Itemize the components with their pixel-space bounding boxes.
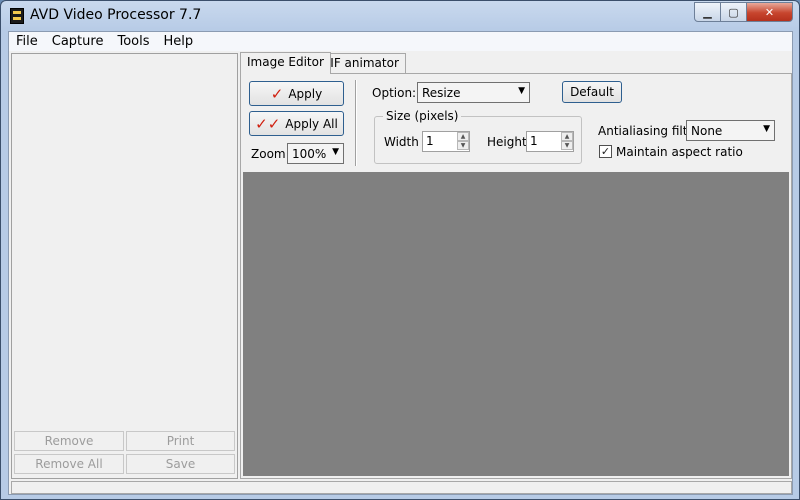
aspect-ratio-checkbox[interactable]: ✓ (599, 145, 612, 158)
image-editor-pane: ✓ Apply ✓✓ Apply All Zoom: 100% ▼ Option… (240, 73, 792, 479)
option-select[interactable]: Resize ▼ (417, 82, 530, 103)
minimize-button[interactable]: ▁ (694, 2, 721, 22)
spin-down-icon[interactable]: ▼ (457, 141, 469, 150)
toolbar-separator (355, 80, 357, 166)
zoom-label: Zoom: (251, 147, 290, 161)
editor-area: Image Editor GIF animator ✓ Apply ✓✓ App… (240, 52, 792, 479)
chevron-down-icon: ▼ (763, 124, 770, 134)
status-bar (11, 481, 792, 494)
zoom-select[interactable]: 100% ▼ (287, 143, 344, 164)
zoom-value: 100% (292, 146, 327, 161)
app-film-icon (10, 8, 24, 24)
double-checkmark-icon: ✓✓ (255, 114, 281, 133)
minimize-icon: ▁ (703, 5, 712, 19)
close-button[interactable]: ✕ (747, 2, 793, 22)
apply-button[interactable]: ✓ Apply (249, 81, 344, 106)
antialias-select[interactable]: None ▼ (686, 120, 775, 141)
client-area: File Capture Tools Help Remove Print Rem… (8, 31, 793, 495)
apply-label: Apply (288, 86, 323, 101)
height-value: 1 (530, 134, 538, 148)
apply-all-label: Apply All (285, 116, 338, 131)
size-groupbox: Size (pixels) Width 1 ▲ ▼ Height 1 ▲ ▼ (374, 109, 582, 164)
title-bar[interactable]: AVD Video Processor 7.7 ▁ ▢ ✕ (1, 1, 799, 31)
width-value: 1 (426, 134, 434, 148)
image-list[interactable] (12, 54, 237, 430)
antialias-value: None (691, 123, 723, 138)
maximize-button[interactable]: ▢ (721, 2, 747, 22)
remove-all-button[interactable]: Remove All (14, 454, 124, 474)
apply-all-button[interactable]: ✓✓ Apply All (249, 111, 344, 136)
image-list-panel: Remove Print Remove All Save (11, 53, 238, 479)
editor-toolbar: ✓ Apply ✓✓ Apply All Zoom: 100% ▼ Option… (243, 76, 789, 172)
close-icon: ✕ (764, 5, 775, 19)
option-label: Option: (372, 86, 417, 100)
maximize-icon: ▢ (728, 5, 739, 19)
tab-image-editor[interactable]: Image Editor (240, 52, 331, 74)
checkmark-icon: ✓ (600, 145, 611, 158)
option-value: Resize (422, 85, 461, 100)
spin-up-icon[interactable]: ▲ (457, 132, 469, 141)
spin-down-icon[interactable]: ▼ (561, 141, 573, 150)
print-button[interactable]: Print (126, 431, 235, 451)
chevron-down-icon: ▼ (518, 86, 525, 96)
chevron-down-icon: ▼ (332, 147, 339, 157)
menu-tools[interactable]: Tools (110, 32, 156, 51)
default-button[interactable]: Default (562, 81, 622, 103)
menu-help[interactable]: Help (157, 32, 201, 51)
width-spinner[interactable]: 1 ▲ ▼ (422, 131, 470, 152)
aspect-ratio-label: Maintain aspect ratio (616, 145, 743, 159)
menu-file[interactable]: File (9, 32, 45, 51)
app-window: AVD Video Processor 7.7 ▁ ▢ ✕ File Captu… (0, 0, 800, 500)
size-group-label: Size (pixels) (383, 109, 462, 123)
height-label: Height (487, 135, 527, 149)
save-button[interactable]: Save (126, 454, 235, 474)
checkmark-icon: ✓ (270, 84, 284, 103)
height-spinner[interactable]: 1 ▲ ▼ (526, 131, 574, 152)
width-label: Width (384, 135, 419, 149)
image-preview-canvas[interactable] (243, 172, 789, 476)
menu-capture[interactable]: Capture (45, 32, 111, 51)
menu-bar: File Capture Tools Help (9, 32, 792, 51)
remove-button[interactable]: Remove (14, 431, 124, 451)
spin-up-icon[interactable]: ▲ (561, 132, 573, 141)
window-title: AVD Video Processor 7.7 (30, 7, 202, 23)
